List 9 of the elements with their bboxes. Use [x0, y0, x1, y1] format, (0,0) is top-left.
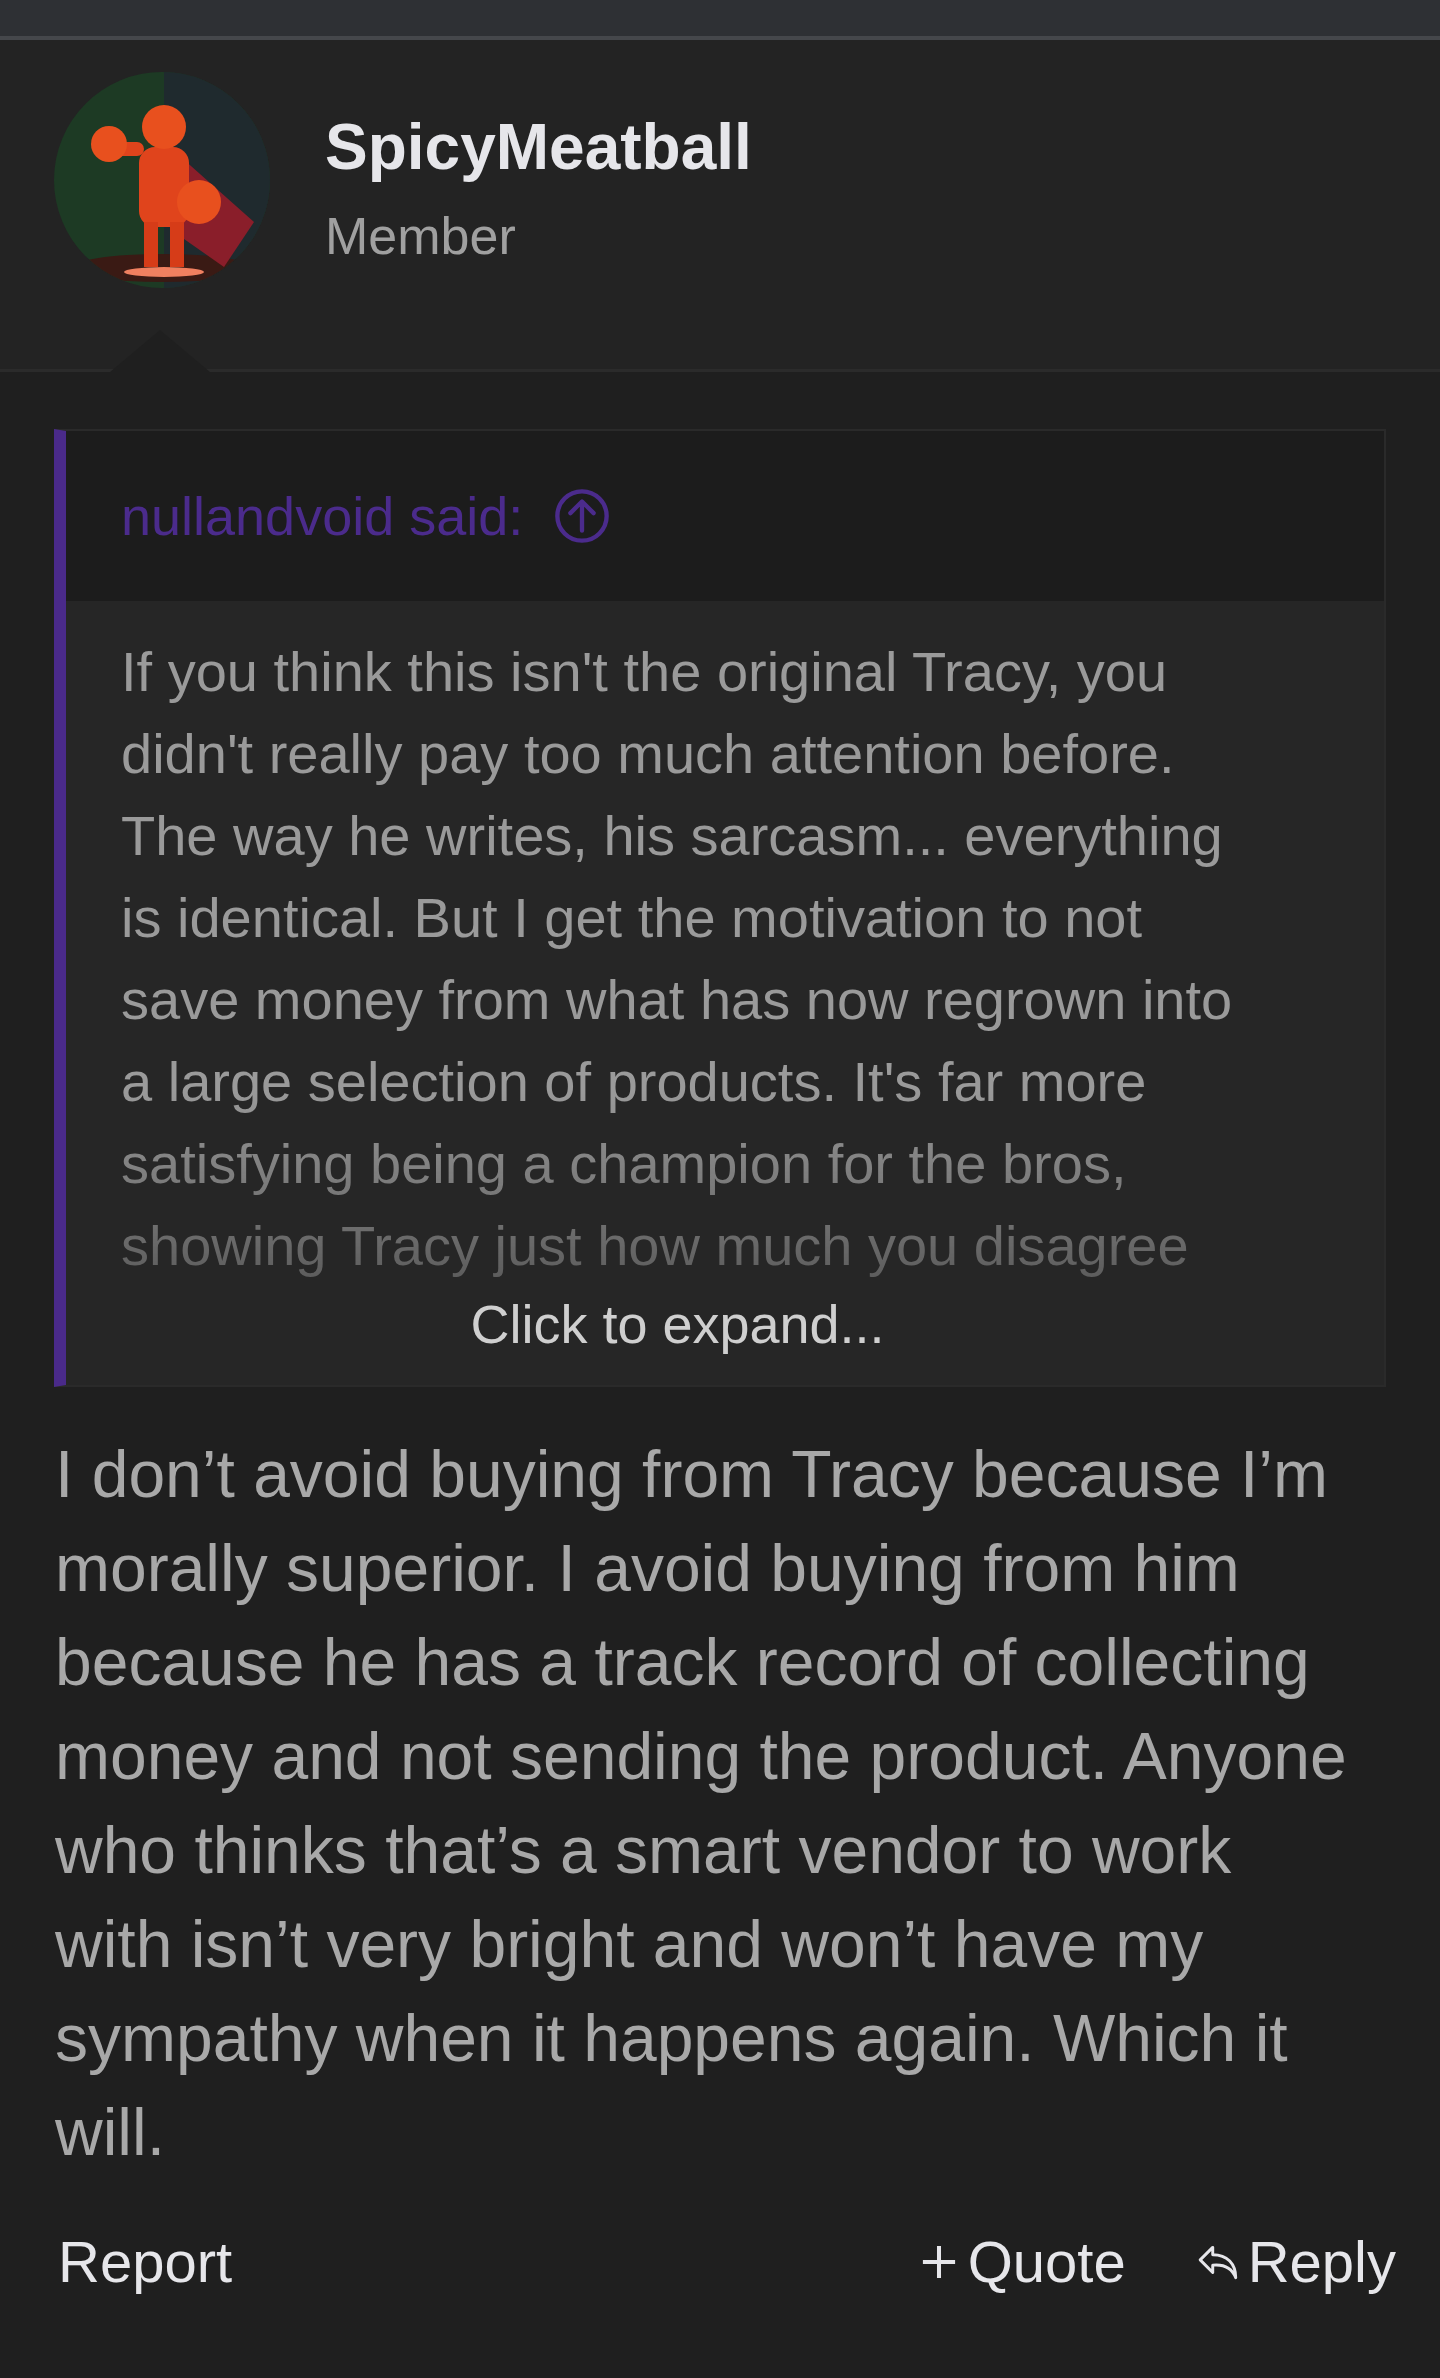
arrow-up-icon[interactable]: [553, 487, 612, 545]
quote-text: If you think this isn't the original Tracy, you didn't really pay too much attention before. The way he writes, his sarcasm... everything is identical. But I get the motivation to not save money from what has now regrown into a large selection of products. It's far more satisfying being a champion for the bros, showing Tracy just how much you disagree: [121, 639, 1234, 1279]
author-title: Member: [325, 208, 517, 266]
author-name[interactable]: SpicyMeatball: [325, 112, 752, 183]
post-text: I don’t avoid buying from Tracy because I’m morally superior. I avoid buying from him because he has a track record of collecting money and not sending the product. Anyone who thinks that’s a smart vendor to work with isn’t very bright and won’t have my sympathy when it happens again. Which it will.: [55, 1436, 1348, 2171]
reply-button[interactable]: Reply: [1195, 2228, 1396, 2295]
quote-button[interactable]: Quote: [915, 2228, 1126, 2295]
expand-link[interactable]: Click to expand...: [470, 1293, 885, 1355]
report-button[interactable]: Report: [58, 2228, 233, 2295]
